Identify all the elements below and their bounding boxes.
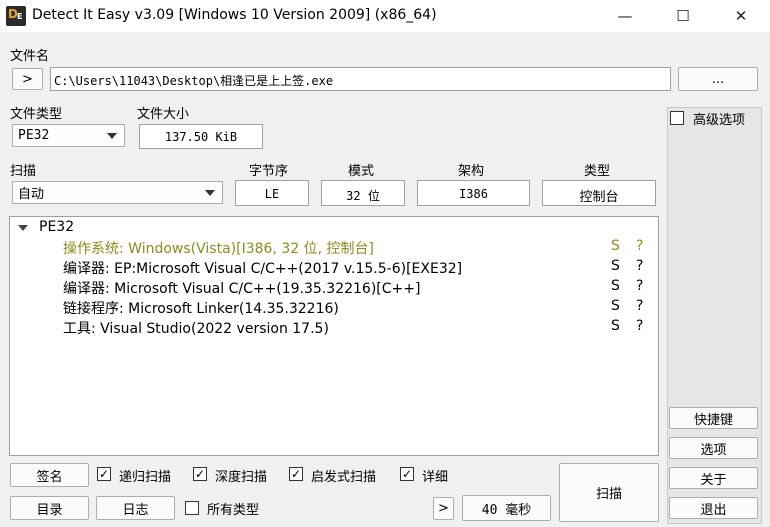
result-row[interactable]: 编译器: EP:Microsoft Visual C/C++(2017 v.15… — [10, 257, 658, 277]
result-info-link[interactable]: ? — [636, 238, 643, 254]
check-icon: ✓ — [290, 467, 302, 481]
result-text: 编译器: EP:Microsoft Visual C/C++(2017 v.15… — [63, 261, 463, 277]
maximize-icon: ☐ — [676, 7, 690, 25]
tree-root-pe32[interactable]: PE32 — [39, 219, 74, 235]
minimize-icon: — — [617, 7, 633, 25]
advanced-options-label: 高级选项 — [693, 113, 746, 128]
filename-label: 文件名 — [10, 49, 50, 64]
scan-button[interactable]: 扫描 — [559, 463, 659, 522]
file-path-input[interactable]: C:\Users\11043\Desktop\相逢已是上上签.exe — [50, 67, 671, 91]
check-icon: ✓ — [194, 467, 206, 481]
all-types-label: 所有类型 — [207, 503, 260, 518]
result-row[interactable]: 工具: Visual Studio(2022 version 17.5) S? — [10, 317, 658, 337]
exit-button[interactable]: 退出 — [669, 497, 758, 519]
filetype-label: 文件类型 — [10, 107, 63, 122]
filetype-value: PE32 — [18, 128, 50, 143]
close-icon: ✕ — [734, 7, 748, 25]
chevron-down-icon — [107, 132, 117, 139]
mode-field: 32 位 — [321, 180, 405, 206]
scan-time-field: 40 毫秒 — [462, 495, 551, 521]
advanced-options-checkbox[interactable] — [670, 111, 684, 125]
results-tree[interactable]: PE32 操作系统: Windows(Vista)[I386, 32 位, 控制… — [9, 216, 659, 456]
check-icon: ✓ — [401, 467, 413, 481]
shortcuts-button[interactable]: 快捷键 — [669, 407, 758, 429]
expand-arrow-icon[interactable] — [18, 225, 28, 231]
heuristic-scan-checkbox[interactable]: ✓ — [289, 467, 303, 481]
minimize-button[interactable]: — — [596, 0, 654, 32]
type-label: 类型 — [584, 164, 611, 179]
result-row[interactable]: 编译器: Microsoft Visual C/C++(19.35.32216)… — [10, 277, 658, 297]
verbose-label: 详细 — [422, 470, 449, 485]
maximize-button[interactable]: ☐ — [654, 0, 712, 32]
next-button[interactable]: > — [433, 497, 454, 520]
filesize-field: 137.50 KiB — [139, 124, 263, 149]
result-row[interactable]: 链接程序: Microsoft Linker(14.35.32216) S? — [10, 297, 658, 317]
recursive-scan-label: 递归扫描 — [119, 470, 172, 485]
close-button[interactable]: ✕ — [712, 0, 770, 32]
result-signature-link[interactable]: S — [611, 238, 620, 254]
about-button[interactable]: 关于 — [669, 467, 758, 489]
directory-button[interactable]: 目录 — [10, 496, 89, 520]
result-text: 编译器: Microsoft Visual C/C++(19.35.32216)… — [63, 281, 421, 297]
window-title: Detect It Easy v3.09 [Windows 10 Version… — [32, 7, 437, 23]
mode-label: 模式 — [348, 164, 375, 179]
result-text: 链接程序: Microsoft Linker(14.35.32216) — [63, 301, 339, 317]
signatures-button[interactable]: 签名 — [10, 463, 89, 487]
log-button[interactable]: 日志 — [96, 496, 175, 520]
filesize-label: 文件大小 — [137, 107, 190, 122]
scan-label: 扫描 — [10, 164, 37, 179]
endian-field: LE — [235, 180, 309, 206]
open-file-button[interactable]: > — [12, 68, 43, 90]
scan-mode-value: 自动 — [18, 187, 45, 202]
advanced-panel — [667, 107, 762, 524]
app-logo-icon: DE — [6, 6, 26, 26]
result-signature-link[interactable]: S — [611, 278, 620, 294]
heuristic-scan-label: 启发式扫描 — [311, 470, 377, 485]
endian-label: 字节序 — [249, 164, 289, 179]
arch-label: 架构 — [458, 164, 485, 179]
arch-field: I386 — [417, 180, 530, 206]
chevron-down-icon — [205, 189, 215, 196]
result-signature-link[interactable]: S — [611, 318, 620, 334]
deep-scan-label: 深度扫描 — [215, 470, 268, 485]
browse-button[interactable]: ... — [678, 67, 758, 91]
deep-scan-checkbox[interactable]: ✓ — [193, 467, 207, 481]
result-signature-link[interactable]: S — [611, 298, 620, 314]
result-info-link[interactable]: ? — [636, 318, 643, 334]
result-text: 工具: Visual Studio(2022 version 17.5) — [63, 321, 329, 337]
type-field: 控制台 — [542, 180, 656, 206]
result-info-link[interactable]: ? — [636, 278, 643, 294]
result-signature-link[interactable]: S — [611, 258, 620, 274]
result-row[interactable]: 操作系统: Windows(Vista)[I386, 32 位, 控制台] S? — [10, 237, 658, 257]
verbose-checkbox[interactable]: ✓ — [400, 467, 414, 481]
recursive-scan-checkbox[interactable]: ✓ — [97, 467, 111, 481]
filetype-select[interactable]: PE32 — [12, 124, 125, 147]
result-info-link[interactable]: ? — [636, 298, 643, 314]
scan-mode-select[interactable]: 自动 — [12, 181, 223, 204]
options-button[interactable]: 选项 — [669, 437, 758, 459]
all-types-checkbox[interactable] — [185, 501, 199, 515]
result-info-link[interactable]: ? — [636, 258, 643, 274]
result-text: 操作系统: Windows(Vista)[I386, 32 位, 控制台] — [63, 241, 374, 257]
check-icon: ✓ — [98, 467, 110, 481]
